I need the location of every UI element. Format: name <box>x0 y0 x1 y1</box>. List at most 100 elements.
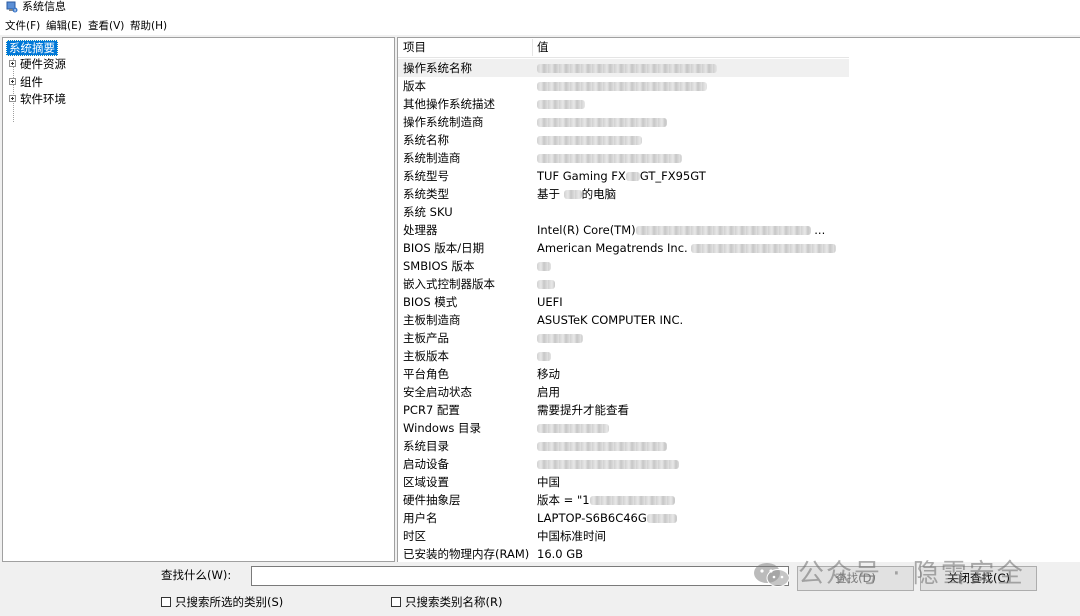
row-item: SMBIOS 版本 <box>403 259 475 273</box>
expand-icon[interactable] <box>9 95 16 102</box>
table-row[interactable]: 版本 <box>398 77 849 95</box>
row-value <box>537 420 609 436</box>
checkbox-box[interactable] <box>391 597 401 607</box>
table-row[interactable]: Windows 目录 <box>398 419 849 437</box>
menu-edit[interactable]: 编辑(E) <box>46 18 82 34</box>
redacted-value <box>537 280 555 289</box>
redacted-value <box>537 154 682 163</box>
menu-bar: 文件(F) 编辑(E) 查看(V) 帮助(H) <box>0 16 1080 35</box>
row-item: 区域设置 <box>403 475 449 489</box>
row-value <box>537 78 707 94</box>
row-value: TUF Gaming FX GT_FX95GT <box>537 168 706 184</box>
row-item: 系统类型 <box>403 187 449 201</box>
table-row[interactable]: 安全启动状态 启用 <box>398 383 849 401</box>
menu-help[interactable]: 帮助(H) <box>130 18 167 34</box>
row-value-text: 版本 = "1 <box>537 493 590 507</box>
row-value-text: 基于 <box>537 187 560 201</box>
watermark-text: 公众号 · 隐雪安全 <box>798 559 1025 589</box>
row-value: Intel(R) Core(TM) ... <box>537 222 825 238</box>
row-item: 硬件抽象层 <box>403 493 461 507</box>
row-value <box>537 276 555 292</box>
table-row[interactable]: 主板版本 <box>398 347 849 365</box>
table-row[interactable]: 区域设置 中国 <box>398 473 849 491</box>
window-title: 系统信息 <box>22 0 66 13</box>
wechat-icon <box>754 563 790 587</box>
table-row[interactable]: 系统 SKU <box>398 203 849 221</box>
row-value: 启用 <box>537 385 560 399</box>
tree-item-label[interactable]: 组件 <box>20 75 43 90</box>
checkbox-label[interactable]: 只搜索类别名称(R) <box>405 594 502 610</box>
table-row[interactable]: SMBIOS 版本 <box>398 257 849 275</box>
find-input[interactable] <box>251 566 789 586</box>
row-item: 安全启动状态 <box>403 385 472 399</box>
table-row[interactable]: 主板制造商 ASUSTeK COMPUTER INC. <box>398 311 849 329</box>
row-value <box>537 60 717 76</box>
tree-item-label[interactable]: 软件环境 <box>20 92 66 107</box>
table-row[interactable]: 处理器 Intel(R) Core(TM) ... <box>398 221 849 239</box>
row-item: 系统名称 <box>403 133 449 147</box>
table-row[interactable]: BIOS 模式 UEFI <box>398 293 849 311</box>
row-value: UEFI <box>537 295 563 309</box>
table-row[interactable]: 系统类型 基于 的电脑 <box>398 185 849 203</box>
table-row[interactable]: 系统目录 <box>398 437 849 455</box>
row-value <box>537 114 667 130</box>
row-item: 主板版本 <box>403 349 449 363</box>
row-item: 处理器 <box>403 223 438 237</box>
redacted-value <box>537 424 609 433</box>
column-header-value[interactable]: 值 <box>537 40 549 55</box>
category-tree[interactable]: 系统摘要 硬件资源 组件 软件环境 <box>2 37 395 562</box>
checkbox-label[interactable]: 只搜索所选的类别(S) <box>175 594 283 610</box>
row-value-text: American Megatrends Inc. <box>537 241 688 255</box>
row-value <box>537 258 551 274</box>
row-item: BIOS 模式 <box>403 295 458 309</box>
table-row[interactable]: 平台角色 移动 <box>398 365 849 383</box>
row-item: 用户名 <box>403 511 438 525</box>
table-row[interactable]: BIOS 版本/日期 American Megatrends Inc. <box>398 239 849 257</box>
row-item: 系统 SKU <box>403 205 453 219</box>
table-row[interactable]: 系统名称 <box>398 131 849 149</box>
table-row[interactable]: 操作系统制造商 <box>398 113 849 131</box>
find-label: 查找什么(W): <box>161 568 232 582</box>
row-item: 嵌入式控制器版本 <box>403 277 495 291</box>
table-row[interactable]: 启动设备 <box>398 455 849 473</box>
tree-item-system-summary[interactable]: 系统摘要 <box>6 40 58 56</box>
row-item: 系统型号 <box>403 169 449 183</box>
table-row[interactable]: 用户名 LAPTOP-S6B6C46G <box>398 509 849 527</box>
row-item: 主板产品 <box>403 331 449 345</box>
table-row[interactable]: 时区 中国标准时间 <box>398 527 849 545</box>
list-header: 项目 值 <box>398 38 849 58</box>
row-value: LAPTOP-S6B6C46G <box>537 510 677 526</box>
table-row[interactable]: 硬件抽象层 版本 = "1 <box>398 491 849 509</box>
row-item: 启动设备 <box>403 457 449 471</box>
column-divider[interactable] <box>532 39 533 56</box>
row-value: 需要提升才能查看 <box>537 403 629 417</box>
tree-item-label[interactable]: 硬件资源 <box>20 57 66 72</box>
table-row[interactable]: 系统型号 TUF Gaming FX GT_FX95GT <box>398 167 849 185</box>
redacted-value <box>537 352 551 361</box>
row-item: 已安装的物理内存(RAM) <box>403 547 530 561</box>
redacted-value <box>537 460 679 469</box>
table-row[interactable]: 其他操作系统描述 <box>398 95 849 113</box>
redacted-value <box>537 442 667 451</box>
menu-file[interactable]: 文件(F) <box>5 18 40 34</box>
table-row[interactable]: 主板产品 <box>398 329 849 347</box>
system-info-icon <box>6 1 18 13</box>
table-row[interactable]: 操作系统名称 <box>398 59 849 77</box>
details-list[interactable]: 项目 值 操作系统名称 版本 其他操作系统描述 操作系统制造商 系统名称 系统制… <box>397 37 1080 562</box>
row-item: BIOS 版本/日期 <box>403 241 485 255</box>
checkbox-box[interactable] <box>161 597 171 607</box>
expand-icon[interactable] <box>9 60 16 67</box>
redacted-value <box>537 100 585 109</box>
redacted-value <box>537 82 707 91</box>
expand-icon[interactable] <box>9 78 16 85</box>
row-item: 系统制造商 <box>403 151 461 165</box>
table-row[interactable]: 系统制造商 <box>398 149 849 167</box>
table-row[interactable]: 嵌入式控制器版本 <box>398 275 849 293</box>
menu-view[interactable]: 查看(V) <box>88 18 124 34</box>
table-row[interactable]: PCR7 配置 需要提升才能查看 <box>398 401 849 419</box>
row-value-text: TUF Gaming FX <box>537 169 626 183</box>
tree-connector <box>13 58 14 122</box>
redacted-value <box>537 64 717 73</box>
column-header-item[interactable]: 项目 <box>403 40 426 55</box>
redacted-value <box>635 226 811 235</box>
